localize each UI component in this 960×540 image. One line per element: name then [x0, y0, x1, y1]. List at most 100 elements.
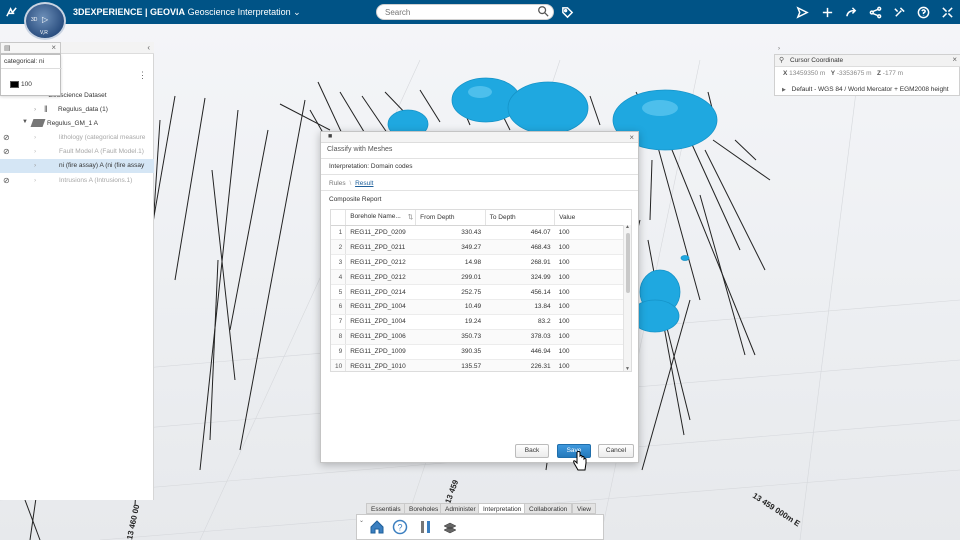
borehole-line[interactable]	[174, 97, 206, 281]
dialog-titlebar[interactable]: ■ ×	[321, 132, 638, 143]
tree-item-ni-fire-assay[interactable]: › ni (fire assay) A (ni (fire assay	[0, 159, 154, 173]
axis-label-3: 13 459 000m E	[751, 491, 802, 529]
row-number-cell: 4	[331, 269, 347, 286]
breadcrumb-rules[interactable]: Rules	[329, 180, 346, 187]
borehole-tool-icon[interactable]	[418, 519, 434, 535]
home-icon[interactable]	[369, 519, 385, 535]
borehole-line[interactable]	[209, 259, 219, 441]
tab-view[interactable]: View	[572, 503, 596, 514]
visibility-hidden-icon[interactable]: ⊘	[3, 176, 10, 185]
scroll-down-icon[interactable]: ▼	[625, 366, 630, 371]
borehole-line[interactable]	[734, 139, 757, 161]
tab-interpretation[interactable]: Interpretation	[478, 503, 527, 514]
cancel-button[interactable]: Cancel	[598, 444, 634, 458]
table-scrollbar[interactable]: ▲ ▼	[623, 224, 631, 371]
tree-item-lithology[interactable]: ⊘ › lithology (categorical measure	[0, 131, 154, 145]
compass-3d-label[interactable]: 3D	[31, 17, 37, 23]
action-bar: Essentials Boreholes Administer Interpretat…	[356, 503, 604, 540]
table-row[interactable]: 4 REG11_ZPD_0212 299.01 324.99 100	[331, 269, 624, 286]
expand-icon[interactable]: ▼	[22, 119, 28, 125]
table-row[interactable]: 3 REG11_ZPD_0212 14.98 268.91 100	[331, 254, 624, 271]
close-icon[interactable]: ×	[51, 43, 56, 52]
collapse-icon[interactable]: ‹	[147, 43, 150, 52]
table-row[interactable]: 2 REG11_ZPD_0211 349.27 468.43 100	[331, 239, 624, 256]
column-header-to-depth[interactable]: To Depth	[485, 210, 556, 226]
breadcrumb-result[interactable]: Result	[355, 180, 373, 187]
borehole-line[interactable]	[24, 499, 41, 540]
tag-icon[interactable]	[560, 5, 574, 19]
model-tool-icon[interactable]	[442, 519, 458, 535]
expand-icon[interactable]: ›	[34, 134, 36, 141]
plus-icon[interactable]	[820, 5, 834, 19]
app-name-label[interactable]: Geoscience Interpretation	[188, 7, 291, 17]
tab-essentials[interactable]: Essentials	[366, 503, 406, 514]
tree-item-fault-model[interactable]: ⊘ › Fault Model A (Fault Model.1)	[0, 145, 154, 159]
visibility-hidden-icon[interactable]: ⊘	[3, 147, 10, 156]
borehole-line[interactable]	[211, 169, 236, 381]
help-icon[interactable]: ?	[392, 519, 408, 535]
table-header-row: Borehole Name... ⇅ From Depth To Depth Va…	[331, 210, 624, 226]
legend-icon[interactable]: ▤	[4, 44, 11, 52]
borehole-line[interactable]	[699, 194, 746, 356]
back-button[interactable]: Back	[515, 444, 549, 458]
borehole-line[interactable]	[229, 129, 269, 331]
borehole-line[interactable]	[647, 239, 685, 436]
fullscreen-icon[interactable]	[940, 5, 954, 19]
table-row[interactable]: 6 REG11_ZPD_1004 10.49 13.84 100	[331, 299, 624, 315]
value-cell: 100	[554, 239, 624, 256]
expand-icon[interactable]: ›	[34, 162, 36, 169]
send-icon[interactable]	[795, 5, 809, 19]
close-icon[interactable]: ×	[629, 133, 634, 142]
tree-item-regulus-gm[interactable]: ▼ Regulus_GM_1 A	[0, 117, 154, 131]
compass-vr-label[interactable]: V,R	[40, 30, 48, 36]
sort-icon[interactable]: ⇅	[408, 213, 415, 221]
tab-collaboration[interactable]: Collaboration	[524, 503, 573, 514]
scroll-up-icon[interactable]: ▲	[625, 224, 630, 230]
borehole-line[interactable]	[704, 149, 766, 271]
expand-icon[interactable]: ›	[34, 177, 36, 184]
column-header-borehole[interactable]: Borehole Name... ⇅	[345, 210, 417, 226]
search-icon[interactable]	[537, 5, 551, 19]
share-icon[interactable]	[868, 5, 882, 19]
borehole-line[interactable]	[589, 95, 601, 126]
expand-icon[interactable]: ›	[34, 106, 36, 113]
search-input[interactable]	[376, 4, 554, 20]
table-row[interactable]: 5 REG11_ZPD_0214 252.75 456.14 100	[331, 284, 624, 300]
borehole-line[interactable]	[689, 139, 741, 251]
table-row[interactable]: 1 REG11_ZPD_0209 330.43 464.07 100	[331, 225, 624, 241]
crs-row[interactable]: ▶ Default - WGS 84 / World Mercator + EG…	[782, 86, 949, 93]
scrollbar-thumb[interactable]	[626, 233, 630, 293]
tools-icon[interactable]	[892, 5, 906, 19]
expand-icon[interactable]: ▶	[782, 87, 786, 93]
to-depth-cell: 456.14	[485, 284, 555, 300]
expand-icon[interactable]: ›	[34, 148, 36, 155]
table-row[interactable]: 10 REG11_ZPD_1010 135.57 226.31 100	[331, 359, 624, 371]
dialog-icon: ■	[328, 133, 333, 140]
borehole-line[interactable]	[667, 139, 756, 356]
3ds-logo-icon[interactable]	[4, 5, 18, 19]
borehole-line[interactable]	[649, 159, 653, 221]
help-icon[interactable]	[916, 5, 930, 19]
compass-widget[interactable]: 3D ▷ V,R	[24, 2, 66, 40]
more-options-icon[interactable]: ⋮	[138, 70, 147, 81]
chevron-down-icon[interactable]: ⌄	[359, 517, 364, 524]
tree-item-intrusions[interactable]: ⊘ › Intrusions A (Intrusions.1)	[0, 174, 154, 188]
close-icon[interactable]: ×	[952, 55, 957, 64]
share-arrow-icon[interactable]	[844, 5, 858, 19]
table-row[interactable]: 9 REG11_ZPD_1009 390.35 446.94 100	[331, 344, 624, 360]
borehole-line[interactable]	[279, 103, 331, 131]
chevron-down-icon[interactable]: ⌄	[293, 7, 301, 17]
top-bar: 3DEXPERIENCE | GEOVIA Geoscience Interpr…	[0, 0, 960, 24]
borehole-line[interactable]	[239, 99, 306, 451]
play-icon[interactable]: ▷	[42, 15, 48, 24]
tree-item-regulus-data[interactable]: › ‖ Regulus_data (1)	[0, 103, 154, 117]
table-row[interactable]: 7 REG11_ZPD_1004 19.24 83.2 100	[331, 314, 624, 330]
tab-boreholes[interactable]: Boreholes	[404, 503, 444, 514]
visibility-hidden-icon[interactable]: ⊘	[3, 133, 10, 142]
column-header-value[interactable]: Value	[554, 210, 624, 226]
tab-administer[interactable]: Administer	[440, 503, 481, 514]
panel-collapse-icon[interactable]: ›	[778, 46, 780, 52]
borehole-line[interactable]	[199, 109, 239, 471]
table-row[interactable]: 8 REG11_ZPD_1006 350.73 378.03 100	[331, 329, 624, 345]
column-header-from-depth[interactable]: From Depth	[415, 210, 486, 226]
